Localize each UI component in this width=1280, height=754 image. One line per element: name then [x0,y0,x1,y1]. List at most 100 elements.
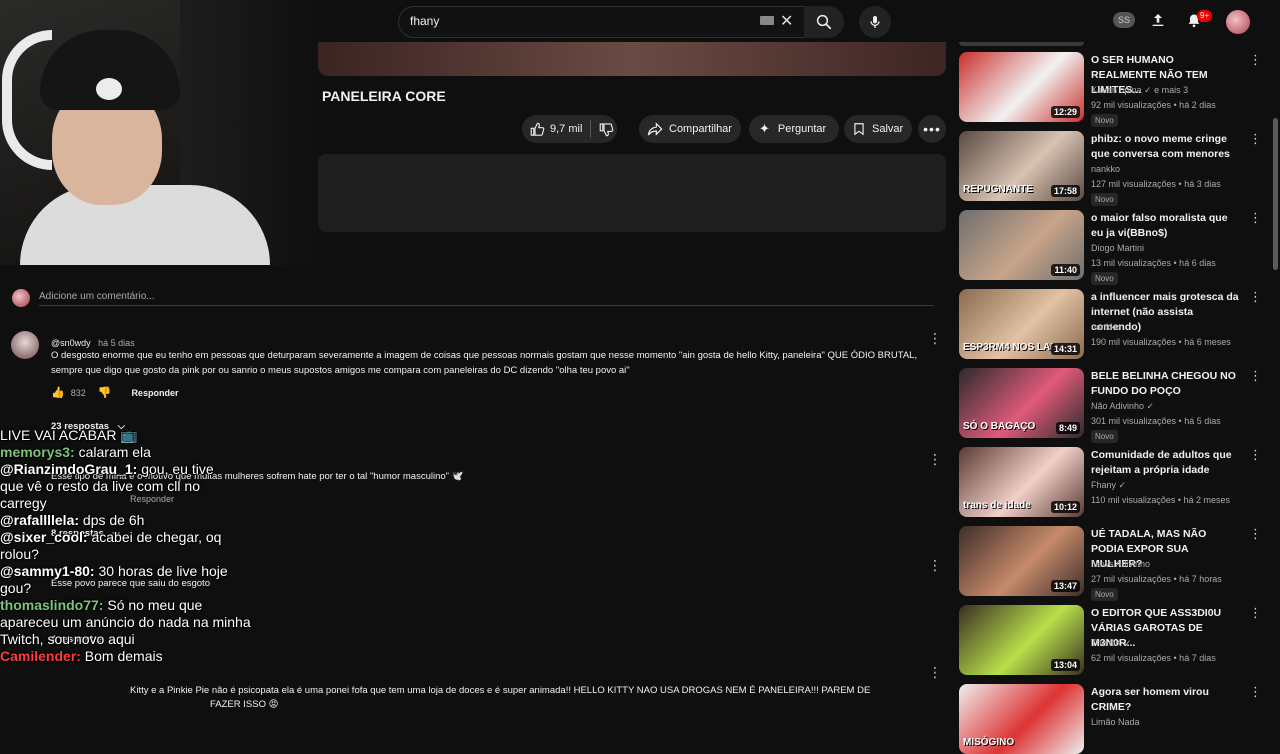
recommendation-thumbnail[interactable]: 12:29 [959,52,1084,122]
recommendation-menu-icon[interactable]: ⋮ [1249,684,1262,700]
recommendation-channel[interactable]: nankko [1091,164,1120,174]
video-duration: 14:31 [1050,343,1080,355]
recommendation-meta: 27 mil visualizações • há 7 horas [1091,574,1222,584]
search-button[interactable] [804,6,844,38]
chat-username: memorys3: [0,444,75,460]
comment-dislike-icon[interactable]: 👎 [98,386,112,399]
comment-avatar[interactable] [11,331,39,359]
upload-icon[interactable] [1150,12,1166,33]
bookmark-icon [854,123,864,136]
comment-menu-icon[interactable]: ⋮ [928,451,942,468]
comment-time[interactable]: há 5 dias [98,338,135,348]
microphone-icon [870,16,880,28]
recommendation-channel[interactable]: News Adivinho [1091,559,1150,569]
share-button[interactable]: Compartilhar [639,115,741,143]
recommendation-thumbnail[interactable]: 11:40 [959,210,1084,280]
recommendation-meta: 110 mil visualizações • há 2 meses [1091,495,1231,505]
comment-menu-icon[interactable]: ⋮ [928,557,942,574]
chat-text: rolou? [0,546,39,562]
chat-username: Camilender: [0,648,81,664]
recommendation-menu-icon[interactable]: ⋮ [1249,131,1262,147]
recommendation-menu-icon[interactable]: ⋮ [1249,210,1262,226]
chat-username: @RianzimdoGrau_1: [0,461,138,477]
video-duration: 13:47 [1050,580,1080,592]
recommendation-title[interactable]: Comunidade de adultos que rejeitam a pró… [1091,448,1241,478]
recommendation-channel[interactable]: Não Adivinho ✓ [1091,401,1154,412]
ss-extension-badge[interactable]: SS [1113,12,1135,28]
like-button[interactable]: 9,7 mil [522,122,582,137]
comment-author[interactable]: @sn0wdy [51,338,91,348]
recommendation-menu-icon[interactable]: ⋮ [1249,52,1262,68]
recommendation-thumbnail[interactable]: REPUGNANTE 17:58 [959,131,1084,201]
chat-username: thomaslindo77: [0,597,104,613]
recommendation-meta: 92 mil visualizações • há 2 dias [1091,100,1216,110]
chat-text: gou, eu tive [137,461,214,477]
recommendation-title[interactable]: BELE BELINHA CHEGOU NO FUNDO DO POÇO [1091,369,1241,399]
description-box[interactable] [318,154,946,232]
chat-message: Twitch, sou novo aqui [0,631,330,648]
more-actions-button[interactable]: ••• [918,115,946,143]
dislike-button[interactable] [591,122,614,137]
like-dislike-group: 9,7 mil [522,115,617,143]
recommendation-menu-icon[interactable]: ⋮ [1249,289,1262,305]
recommendation-menu-icon[interactable]: ⋮ [1249,447,1262,463]
search-icon [816,14,832,30]
clear-search-icon[interactable]: ✕ [780,11,793,31]
add-comment-input[interactable]: Adicione um comentário... [39,291,155,302]
chat-username: @sixer_cool: [0,529,88,545]
recommendation-thumbnail[interactable]: SÓ O BAGAÇO 8:49 [959,368,1084,438]
recommendation-title[interactable]: Agora ser homem virou CRIME? [1091,685,1241,715]
chat-text: apareceu um anúncio do nada na minha [0,614,251,630]
more-horizontal-icon: ••• [923,121,941,137]
chat-message: carregy [0,495,330,512]
chat-text: 30 horas de live hoje [94,563,228,579]
comment-actions: 👍 832 👎 Responder [51,386,178,399]
new-badge: Novo [1091,114,1118,127]
recommendation-channel[interactable]: Kauan opina ✓ e mais 3 [1091,85,1188,96]
webcam-beanie-logo [96,78,122,100]
new-badge: Novo [1091,430,1118,443]
account-avatar[interactable] [1226,10,1250,34]
recommendation-menu-icon[interactable]: ⋮ [1249,605,1262,621]
chat-message: apareceu um anúncio do nada na minha [0,614,330,631]
recommendation-channel[interactable]: Fhany ✓ [1091,480,1126,491]
chat-text: Só no meu que [103,597,203,613]
search-input[interactable] [398,6,806,38]
recommendation-thumbnail[interactable]: MISÓGINO [959,684,1084,754]
video-title: PANELEIRA CORE [322,88,446,104]
reply-button[interactable]: Responder [131,388,178,398]
recommendation-title[interactable]: o maior falso moralista que eu ja vi(BBn… [1091,211,1241,241]
previous-thumbnail-edge [959,42,1084,46]
video-duration: 17:58 [1050,185,1080,197]
recommendation-channel[interactable]: nankko [1091,322,1120,332]
chat-message: memorys3: calaram ela [0,444,330,461]
recommendation-menu-icon[interactable]: ⋮ [1249,368,1262,384]
recommendation-thumbnail[interactable]: trans de idade 10:12 [959,447,1084,517]
comment-like-icon[interactable]: 👍 [51,386,65,399]
keyboard-icon[interactable] [760,16,774,25]
voice-search-button[interactable] [859,6,891,38]
recommendation-channel[interactable]: The DK ✓ [1091,638,1132,649]
recommendation-thumbnail[interactable]: 13:47 [959,526,1084,596]
recommendation-meta: 13 mil visualizações • há 6 dias [1091,258,1216,268]
video-player-bottom[interactable] [318,42,946,76]
comment-menu-icon[interactable]: ⋮ [928,664,942,681]
recommendation-title[interactable]: phibz: o novo meme cringe que conversa c… [1091,132,1241,162]
webcam-headphones [2,30,52,170]
recommendation-thumbnail[interactable]: 13:04 [959,605,1084,675]
ask-label: Perguntar [777,123,827,135]
search-query-text[interactable]: fhany [410,14,439,28]
recommendation-channel[interactable]: Diogo Martini [1091,243,1144,253]
comment-menu-icon[interactable]: ⋮ [928,330,942,347]
chat-text: que vê o resto da live com cll no [0,478,200,494]
comment-text-continued: FAZER ISSO 😡 [210,699,279,710]
new-badge: Novo [1091,272,1118,285]
ask-button[interactable]: ✦ Perguntar [749,115,839,143]
recommendation-channel[interactable]: Limão Nada [1091,717,1140,727]
recommendation-thumbnail[interactable]: ESP3RM4 NOS LAB 14:31 [959,289,1084,359]
share-icon [647,122,663,136]
save-button[interactable]: Salvar [844,115,912,143]
video-duration: 12:29 [1050,106,1080,118]
sidebar-scrollbar[interactable] [1273,118,1278,270]
recommendation-menu-icon[interactable]: ⋮ [1249,526,1262,542]
